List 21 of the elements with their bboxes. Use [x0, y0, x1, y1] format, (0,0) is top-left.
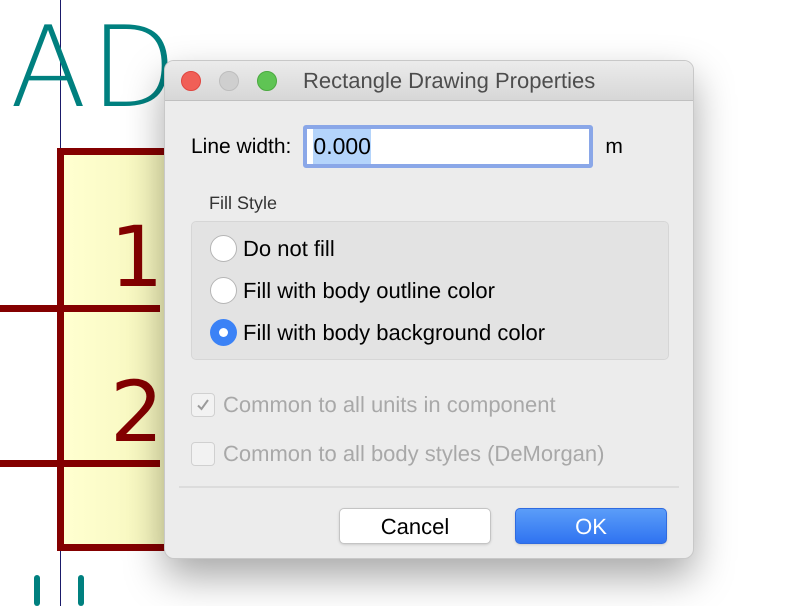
pin-number: 2 [110, 370, 164, 454]
window-title: Rectangle Drawing Properties [303, 67, 596, 95]
cancel-button[interactable]: Cancel [339, 508, 491, 544]
close-button[interactable] [181, 70, 201, 90]
radio-label: Fill with body outline color [243, 277, 495, 305]
radio-button[interactable] [210, 277, 237, 304]
radio-button[interactable] [210, 319, 237, 346]
unit-label: m [605, 134, 623, 160]
group-title: Fill Style [209, 192, 278, 215]
checkbox-label: Common to all units in component [223, 391, 556, 419]
radio-label: Fill with body background color [243, 319, 546, 347]
checkbox-label: Common to all body styles (DeMorgan) [223, 440, 604, 468]
zoom-button[interactable] [257, 70, 277, 90]
radio-button[interactable] [210, 235, 237, 262]
pin-number: 1 [110, 215, 164, 299]
line-width-field[interactable]: 0.000 [303, 125, 594, 168]
field-label: Line width: [191, 134, 292, 160]
component-drawing [34, 575, 86, 606]
radio-label: Do not fill [243, 235, 335, 263]
checkmark-icon [196, 398, 210, 412]
minimize-button[interactable] [219, 70, 239, 90]
